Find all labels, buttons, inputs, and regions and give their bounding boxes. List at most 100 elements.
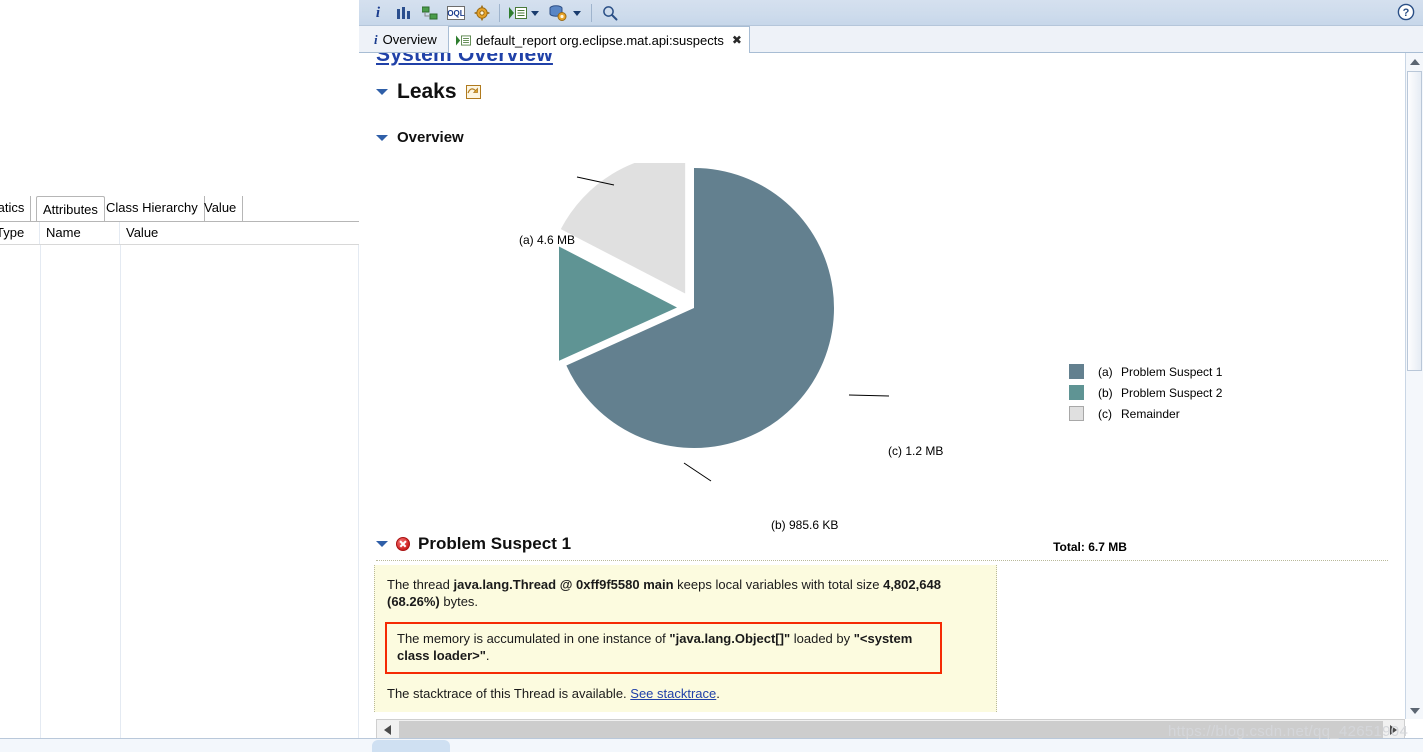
stacktrace-line: The stacktrace of this Thread is availab…: [387, 686, 984, 703]
suspect-description: The thread java.lang.Thread @ 0xff9f5580…: [387, 577, 984, 610]
suspect-text-3: bytes.: [439, 593, 479, 609]
tab-attributes-label: Attributes: [43, 202, 98, 217]
section-overview-title: Overview: [397, 129, 464, 146]
tab-value[interactable]: Value: [198, 196, 244, 221]
legend-label-b: Problem Suspect 2: [1121, 385, 1223, 400]
svg-text:OQL: OQL: [447, 9, 464, 18]
pie-chart-graphic: [559, 163, 890, 482]
suspect-thread-name: java.lang.Thread @ 0xff9f5580 main: [453, 577, 674, 592]
legend-swatch-b: [1069, 385, 1084, 400]
chevron-up-icon: [1409, 58, 1420, 65]
editor-tab-default-report[interactable]: default_report org.eclipse.mat.api:suspe…: [448, 26, 750, 53]
suspect-text-1: The thread: [387, 577, 454, 592]
see-stacktrace-link[interactable]: See stacktrace: [630, 686, 716, 701]
editor-tabstrip: i Overview default_report org.eclipse.ma…: [359, 26, 1423, 53]
export-icon[interactable]: [465, 85, 481, 99]
run-expert-system-dropdown-arrow[interactable]: [529, 3, 541, 23]
info-icon: i: [374, 31, 378, 47]
accumulation-highlight: The memory is accumulated in one instanc…: [385, 622, 942, 674]
scroll-left-button[interactable]: [377, 720, 398, 739]
toolbar-separator-1: [499, 4, 500, 22]
overview-info-icon[interactable]: i: [367, 3, 389, 23]
tab-class-hierarchy-label: Class Hierarchy: [106, 200, 198, 215]
properties-pane: tatics Attributes Class Hierarchy Value …: [0, 0, 359, 752]
tab-statics[interactable]: tatics: [0, 196, 32, 221]
chevron-down-icon[interactable]: [376, 132, 388, 144]
report-content: System Overview Leaks Overview (a) 4.6 M…: [359, 53, 1405, 719]
leak-overview-pie-chart: (a) 4.6 MB (c) 1.2 MB (b) 985.6 KB Total…: [359, 153, 1405, 573]
report-editor: i OQL ? i Overview default_report org.ec…: [359, 0, 1423, 752]
chevron-down-icon: [1409, 707, 1420, 714]
legend-label-c: Remainder: [1121, 406, 1180, 421]
highlight-class-name: "java.lang.Object[]": [669, 631, 791, 647]
column-value-label: Value: [126, 225, 159, 240]
legend-item-b[interactable]: (b) Problem Suspect 2: [1069, 382, 1222, 403]
legend-swatch-c: [1069, 406, 1084, 421]
histogram-icon[interactable]: [393, 3, 415, 23]
pie-label-b: (b) 985.6 KB: [771, 518, 839, 532]
gear-icon[interactable]: [471, 3, 493, 23]
chevron-left-icon: [384, 724, 391, 735]
vertical-scrollbar[interactable]: [1405, 53, 1423, 719]
toolbar-separator-2: [591, 4, 592, 22]
tab-value-label: Value: [204, 200, 237, 215]
scroll-up-button[interactable]: [1406, 53, 1423, 70]
report-icon: [456, 35, 471, 45]
run-expert-system-icon[interactable]: [507, 3, 529, 23]
horizontal-scrollbar[interactable]: [376, 719, 1405, 740]
application-window: tatics Attributes Class Hierarchy Value …: [0, 0, 1423, 752]
problem-suspect-callout: The thread java.lang.Thread @ 0xff9f5580…: [374, 565, 997, 713]
chart-total-label: Total: 6.7 MB: [1053, 540, 1127, 554]
column-name[interactable]: Name: [40, 222, 120, 244]
scroll-right-button[interactable]: [1383, 720, 1404, 739]
chevron-down-icon[interactable]: [376, 538, 388, 550]
chart-legend: (a) Problem Suspect 1 (b) Problem Suspec…: [1069, 361, 1222, 424]
page-title[interactable]: System Overview: [376, 53, 553, 67]
tab-attributes[interactable]: Attributes: [36, 196, 105, 222]
oql-icon[interactable]: OQL: [445, 3, 467, 23]
error-icon: [396, 537, 410, 551]
section-leaks: Leaks: [376, 80, 481, 104]
tab-statics-label: tatics: [0, 200, 25, 215]
bottom-strip: [0, 738, 1423, 752]
column-type[interactable]: Type: [0, 222, 40, 244]
column-name-label: Name: [46, 225, 81, 240]
editor-toolbar: i OQL ?: [359, 0, 1423, 26]
search-icon[interactable]: [599, 3, 621, 23]
column-value[interactable]: Value: [120, 222, 359, 244]
properties-table-body[interactable]: [0, 245, 359, 752]
stacktrace-text: The stacktrace of this Thread is availab…: [387, 685, 631, 701]
scroll-down-button[interactable]: [1406, 702, 1423, 719]
stacktrace-text-end: .: [716, 685, 720, 701]
tab-class-hierarchy[interactable]: Class Hierarchy: [100, 196, 205, 221]
problem-suspect-title: Problem Suspect 1: [418, 534, 572, 553]
query-browser-icon[interactable]: [547, 3, 569, 23]
horizontal-scrollbar-thumb[interactable]: [399, 721, 1404, 738]
help-icon[interactable]: ?: [1397, 3, 1415, 21]
leader-line-b: [683, 462, 712, 482]
legend-label-a: Problem Suspect 1: [1121, 364, 1223, 379]
pie-label-a: (a) 4.6 MB: [519, 233, 576, 247]
editor-tab-overview[interactable]: i Overview: [367, 26, 444, 53]
chevron-down-icon[interactable]: [376, 86, 388, 98]
pie-label-c: (c) 1.2 MB: [888, 444, 944, 458]
properties-tabstrip: tatics Attributes Class Hierarchy Value: [0, 196, 359, 411]
legend-item-c[interactable]: (c) Remainder: [1069, 403, 1222, 424]
section-problem-suspect-1: Problem Suspect 1: [376, 534, 571, 554]
section-divider: [376, 560, 1388, 561]
editor-tab-default-report-label: default_report org.eclipse.mat.api:suspe…: [476, 32, 724, 48]
column-divider-1: [40, 245, 41, 752]
query-browser-dropdown-arrow[interactable]: [571, 3, 583, 23]
close-icon[interactable]: ✖: [732, 33, 742, 47]
legend-key-b: (b): [1098, 385, 1113, 400]
highlight-text-2: loaded by: [790, 631, 854, 647]
legend-swatch-a: [1069, 364, 1084, 379]
chevron-right-icon: [1390, 724, 1397, 735]
editor-tab-overview-label: Overview: [382, 32, 437, 47]
column-divider-2: [120, 245, 121, 752]
taskbar-button[interactable]: [372, 740, 450, 752]
vertical-scrollbar-thumb[interactable]: [1407, 71, 1422, 371]
section-leaks-title: Leaks: [397, 80, 457, 103]
dominator-tree-icon[interactable]: [419, 3, 441, 23]
legend-item-a[interactable]: (a) Problem Suspect 1: [1069, 361, 1222, 382]
